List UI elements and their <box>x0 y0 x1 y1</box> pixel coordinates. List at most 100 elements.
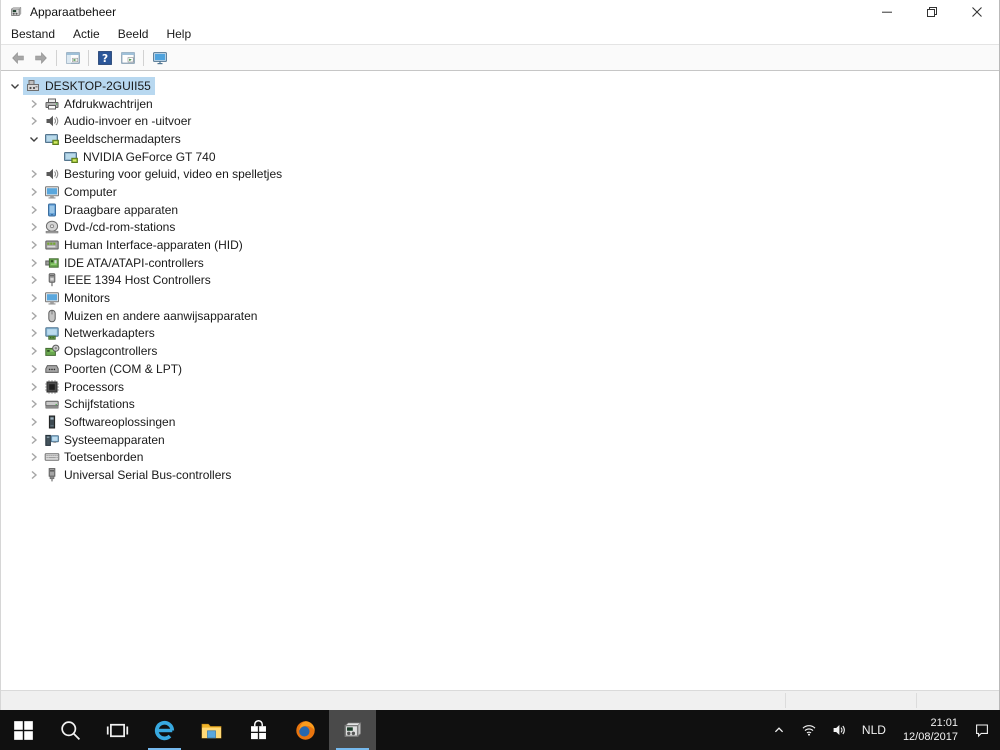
tree-item[interactable]: Besturing voor geluid, video en spelletj… <box>1 165 999 183</box>
tree-item[interactable]: Beeldschermadapters <box>1 130 999 148</box>
expand-chevron-icon[interactable] <box>26 308 42 324</box>
collapse-chevron-icon[interactable] <box>7 78 23 94</box>
restore-button[interactable] <box>909 0 954 24</box>
expand-chevron-icon[interactable] <box>26 361 42 377</box>
clock-time: 21:01 <box>930 717 958 729</box>
expand-chevron-icon[interactable] <box>26 184 42 200</box>
device-manager-button[interactable] <box>329 710 376 750</box>
expand-chevron-icon[interactable] <box>26 255 42 271</box>
tree-item[interactable]: Human Interface-apparaten (HID) <box>1 236 999 254</box>
tree-item-label: Processors <box>64 379 125 394</box>
tree-item-label: IDE ATA/ATAPI-controllers <box>64 255 204 270</box>
disc-drive-icon <box>44 219 60 235</box>
hidden-icons-button[interactable] <box>764 710 794 750</box>
tree-item[interactable]: Schijfstations <box>1 395 999 413</box>
ide-controller-icon <box>44 255 60 271</box>
expand-chevron-icon[interactable] <box>26 414 42 430</box>
back-button[interactable] <box>6 46 29 69</box>
tree-item[interactable]: Processors <box>1 378 999 396</box>
menu-help[interactable]: Help <box>157 27 200 41</box>
expand-chevron-icon[interactable] <box>26 432 42 448</box>
tree-item[interactable]: Toetsenborden <box>1 448 999 466</box>
tree-item-label: Audio-invoer en -uitvoer <box>64 114 192 129</box>
expand-chevron-icon[interactable] <box>26 166 42 182</box>
tree-item[interactable]: Computer <box>1 183 999 201</box>
port-icon <box>44 361 60 377</box>
expand-chevron-icon[interactable] <box>26 343 42 359</box>
tree-item[interactable]: DESKTOP-2GUII55 <box>1 77 999 95</box>
minimize-button[interactable] <box>864 0 909 24</box>
expand-chevron-icon[interactable] <box>26 290 42 306</box>
software-icon <box>44 414 60 430</box>
tree-item[interactable]: Poorten (COM & LPT) <box>1 360 999 378</box>
firefox-button[interactable] <box>282 710 329 750</box>
window-title: Apparaatbeheer <box>30 5 117 19</box>
language-indicator[interactable]: NLD <box>854 710 894 750</box>
expand-chevron-icon[interactable] <box>26 219 42 235</box>
properties-button[interactable] <box>116 46 139 69</box>
statusbar-separator <box>785 693 786 708</box>
forward-button[interactable] <box>29 46 52 69</box>
ieee1394-icon <box>44 272 60 288</box>
display-adapter-icon <box>63 149 79 165</box>
scan-hardware-changes-button[interactable] <box>148 46 171 69</box>
tree-item[interactable]: NVIDIA GeForce GT 740 <box>1 148 999 166</box>
tree-item[interactable]: Audio-invoer en -uitvoer <box>1 112 999 130</box>
toolbar-separator <box>143 49 144 66</box>
help-button[interactable]: ? <box>93 46 116 69</box>
back-icon <box>10 50 26 66</box>
file-explorer-button[interactable] <box>188 710 235 750</box>
close-button[interactable] <box>954 0 999 24</box>
tree-item[interactable]: Muizen en andere aanwijsapparaten <box>1 307 999 325</box>
expand-chevron-icon[interactable] <box>26 202 42 218</box>
expand-chevron-icon[interactable] <box>26 449 42 465</box>
tree-item[interactable]: Opslagcontrollers <box>1 342 999 360</box>
menu-beeld[interactable]: Beeld <box>109 27 158 41</box>
tree-item-label: Dvd-/cd-rom-stations <box>64 220 176 235</box>
expand-chevron-icon[interactable] <box>26 237 42 253</box>
expand-chevron-icon[interactable] <box>26 467 42 483</box>
portable-device-icon <box>44 202 60 218</box>
tree-item[interactable]: Softwareoplossingen <box>1 413 999 431</box>
action-center-button[interactable] <box>967 710 997 750</box>
tree-item[interactable]: IEEE 1394 Host Controllers <box>1 272 999 290</box>
expand-chevron-icon[interactable] <box>26 113 42 129</box>
tree-item[interactable]: Dvd-/cd-rom-stations <box>1 219 999 237</box>
tree-item[interactable]: Universal Serial Bus-controllers <box>1 466 999 484</box>
expand-chevron-icon[interactable] <box>26 396 42 412</box>
clock-date: 12/08/2017 <box>902 731 958 743</box>
tree-item-label: IEEE 1394 Host Controllers <box>64 273 211 288</box>
tree-item[interactable]: Monitors <box>1 289 999 307</box>
expand-chevron-icon[interactable] <box>26 272 42 288</box>
search-button[interactable] <box>47 710 94 750</box>
menu-actie[interactable]: Actie <box>64 27 109 41</box>
tree-item[interactable]: IDE ATA/ATAPI-controllers <box>1 254 999 272</box>
task-view-icon <box>106 719 129 742</box>
expand-chevron-icon[interactable] <box>26 96 42 112</box>
tree-item[interactable]: Netwerkadapters <box>1 325 999 343</box>
store-button[interactable] <box>235 710 282 750</box>
edge-button[interactable] <box>141 710 188 750</box>
expand-chevron-icon[interactable] <box>26 379 42 395</box>
start-button[interactable] <box>0 710 47 750</box>
edge-icon <box>153 719 176 742</box>
show-hide-console-tree-button[interactable] <box>61 46 84 69</box>
collapse-chevron-icon[interactable] <box>26 131 42 147</box>
volume-button[interactable] <box>824 710 854 750</box>
menu-bestand[interactable]: Bestand <box>2 27 64 41</box>
device-tree: DESKTOP-2GUII55 Afdrukwachtrijen Audio-inv… <box>1 71 999 691</box>
expand-chevron-icon[interactable] <box>26 325 42 341</box>
store-icon <box>247 719 270 742</box>
tree-item[interactable]: Afdrukwachtrijen <box>1 95 999 113</box>
network-button[interactable] <box>794 710 824 750</box>
task-view-button[interactable] <box>94 710 141 750</box>
file-explorer-icon <box>200 719 223 742</box>
tree-item[interactable]: Systeemapparaten <box>1 431 999 449</box>
tree-item[interactable]: Draagbare apparaten <box>1 201 999 219</box>
display-adapter-icon <box>44 131 60 147</box>
monitor-icon <box>44 184 60 200</box>
toolbar: ? <box>1 45 999 71</box>
clock[interactable]: 21:01 12/08/2017 <box>894 710 967 750</box>
window-controls <box>864 0 999 24</box>
